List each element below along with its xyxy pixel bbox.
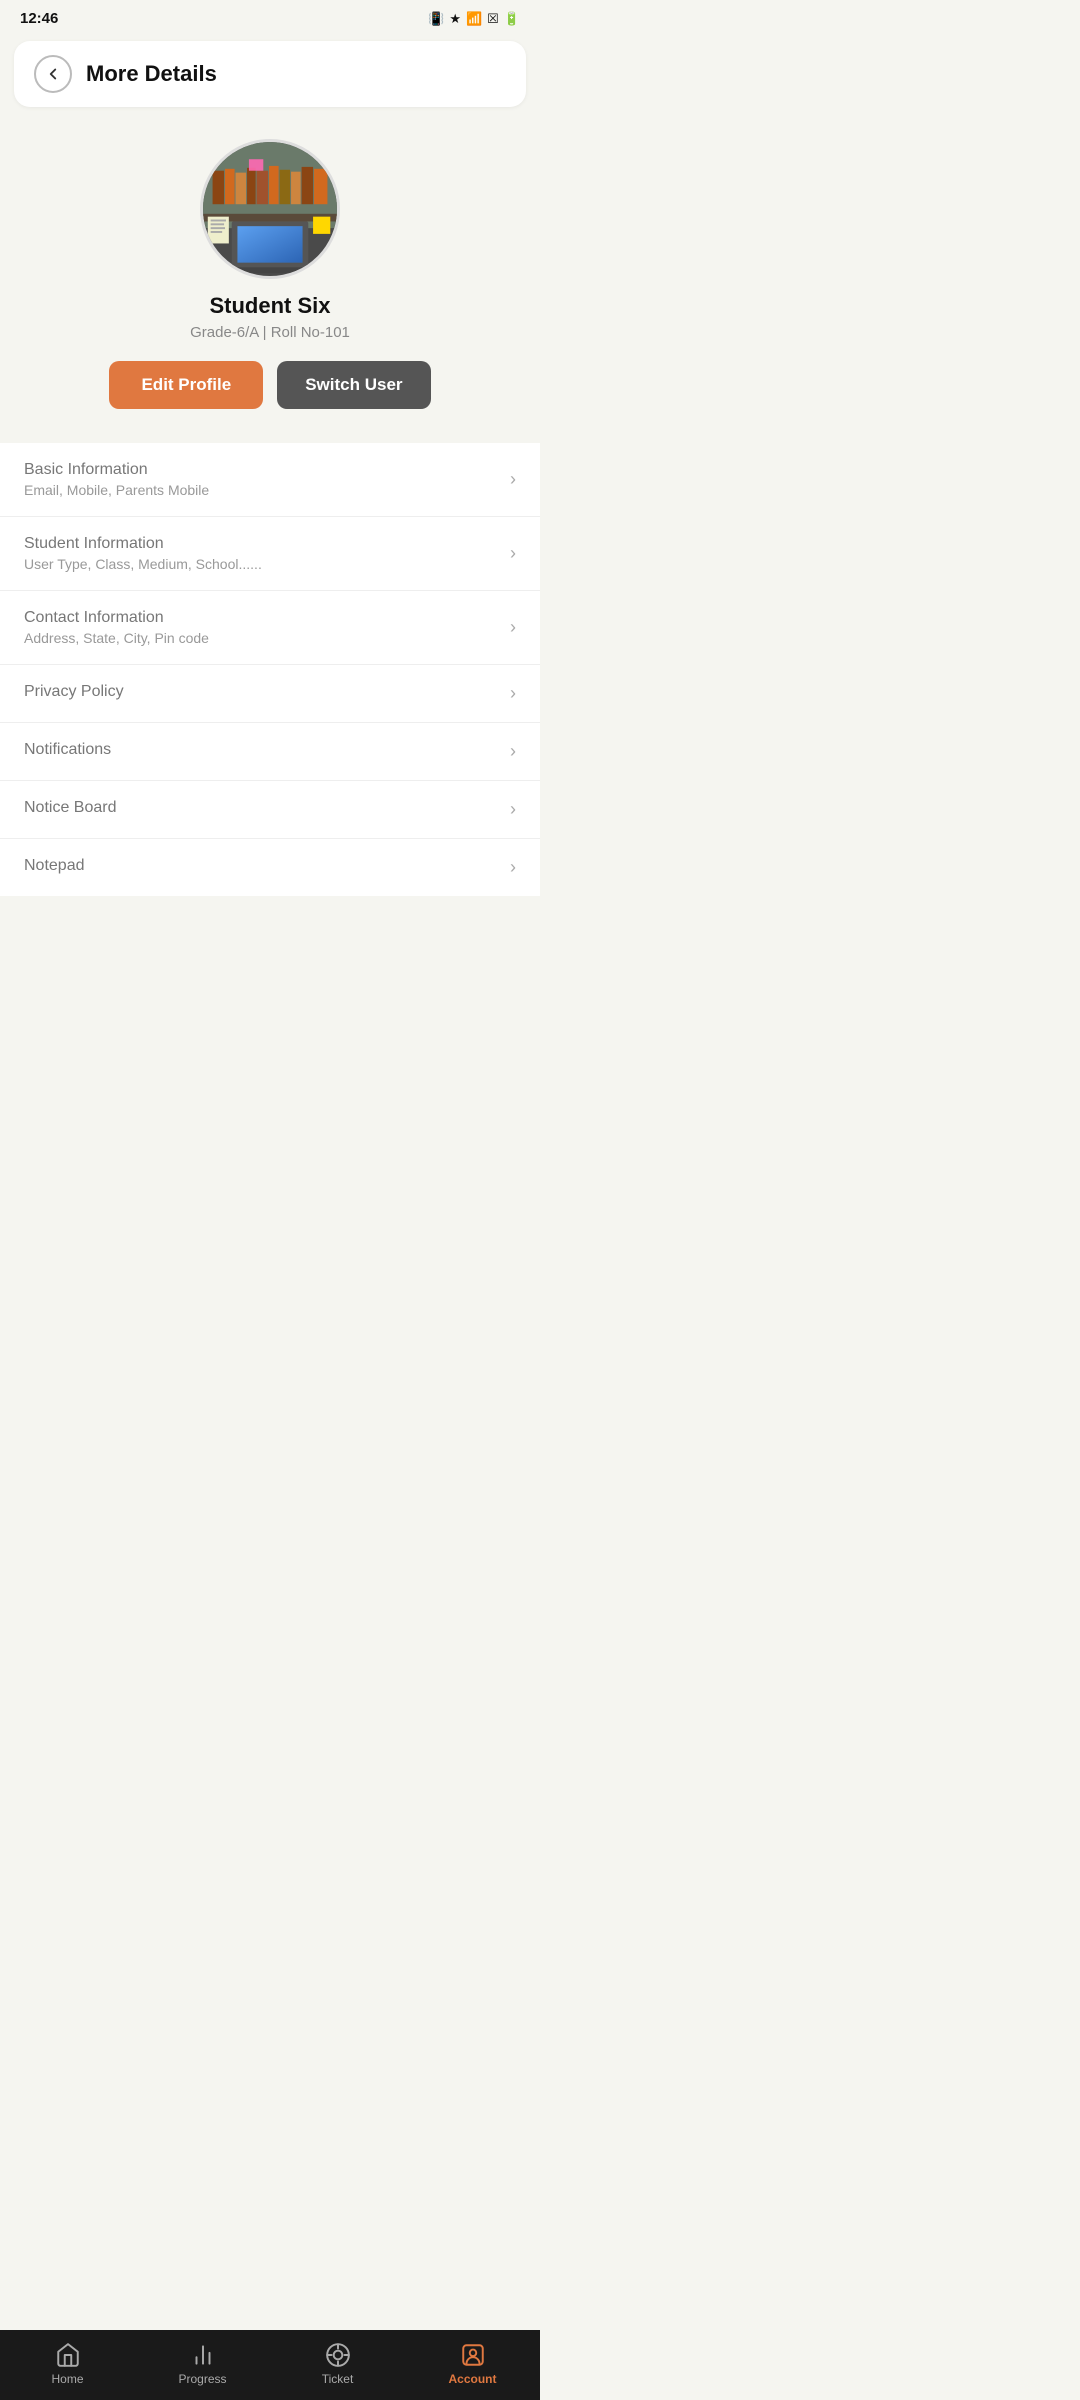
header: More Details [14, 41, 526, 107]
nav-label-home: Home [51, 2372, 83, 2386]
progress-icon [190, 2342, 216, 2368]
nav-item-progress[interactable]: Progress [168, 2342, 238, 2386]
menu-item-title-0: Basic Information [24, 461, 209, 479]
account-icon [460, 2342, 486, 2368]
status-time: 12:46 [20, 10, 58, 27]
chevron-right-icon-3: › [510, 683, 516, 704]
status-bar: 12:46 📳 ★ 📶 ☒ 🔋 [0, 0, 540, 33]
chevron-right-icon-0: › [510, 469, 516, 490]
chevron-right-icon-2: › [510, 617, 516, 638]
edit-profile-button[interactable]: Edit Profile [109, 361, 263, 409]
nav-label-progress: Progress [178, 2372, 226, 2386]
menu-item-title-4: Notifications [24, 741, 111, 759]
action-buttons: Edit Profile Switch User [109, 361, 430, 409]
back-button[interactable] [34, 55, 72, 93]
student-grade-roll: Grade-6/A | Roll No-101 [190, 324, 350, 341]
switch-user-button[interactable]: Switch User [277, 361, 430, 409]
wifi-icon: 📶 [466, 11, 482, 27]
menu-item-subtitle-2: Address, State, City, Pin code [24, 630, 209, 646]
menu-item-title-5: Notice Board [24, 799, 117, 817]
nav-item-home[interactable]: Home [33, 2342, 103, 2386]
profile-section: Student Six Grade-6/A | Roll No-101 Edit… [0, 115, 540, 429]
menu-item-6[interactable]: Notepad › [0, 839, 540, 896]
menu-item-4[interactable]: Notifications › [0, 723, 540, 781]
nav-item-account[interactable]: Account [438, 2342, 508, 2386]
status-icons: 📳 ★ 📶 ☒ 🔋 [428, 11, 520, 27]
menu-item-title-2: Contact Information [24, 609, 209, 627]
menu-item-subtitle-1: User Type, Class, Medium, School...... [24, 556, 262, 572]
menu-item-title-1: Student Information [24, 535, 262, 553]
chevron-right-icon-4: › [510, 741, 516, 762]
page-title: More Details [86, 61, 217, 87]
menu-item-subtitle-0: Email, Mobile, Parents Mobile [24, 482, 209, 498]
vibrate-icon: 📳 [428, 11, 444, 27]
nav-label-ticket: Ticket [322, 2372, 354, 2386]
menu-item-title-6: Notepad [24, 857, 85, 875]
avatar [200, 139, 340, 279]
home-icon [55, 2342, 81, 2368]
nav-item-ticket[interactable]: Ticket [303, 2342, 373, 2386]
menu-item-5[interactable]: Notice Board › [0, 781, 540, 839]
bottom-nav: Home Progress Ticket Account [0, 2330, 540, 2400]
menu-item-title-3: Privacy Policy [24, 683, 124, 701]
chevron-right-icon-1: › [510, 543, 516, 564]
signal-icon: ☒ [487, 11, 499, 27]
nav-label-account: Account [449, 2372, 497, 2386]
menu-item-2[interactable]: Contact Information Address, State, City,… [0, 591, 540, 665]
chevron-right-icon-5: › [510, 799, 516, 820]
bluetooth-icon: ★ [449, 11, 461, 27]
menu-item-3[interactable]: Privacy Policy › [0, 665, 540, 723]
ticket-icon [325, 2342, 351, 2368]
menu-item-0[interactable]: Basic Information Email, Mobile, Parents … [0, 443, 540, 517]
menu-item-1[interactable]: Student Information User Type, Class, Med… [0, 517, 540, 591]
student-name: Student Six [209, 293, 330, 319]
menu-list: Basic Information Email, Mobile, Parents … [0, 443, 540, 896]
chevron-right-icon-6: › [510, 857, 516, 878]
battery-icon: 🔋 [504, 11, 520, 27]
